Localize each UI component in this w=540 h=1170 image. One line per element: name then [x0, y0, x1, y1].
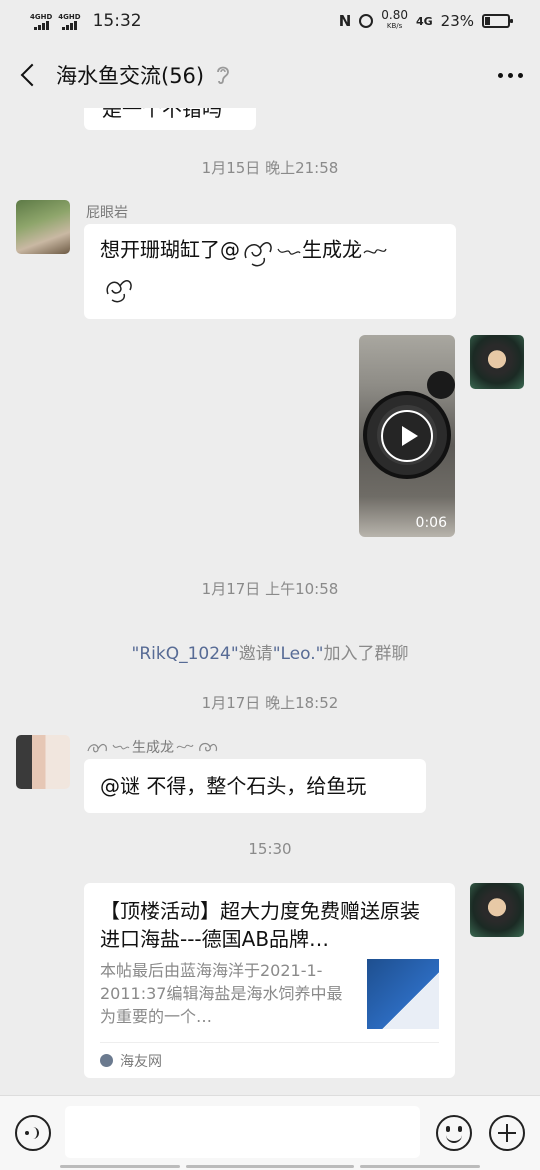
message-text: @谜 不得，整个石头，给鱼玩 [100, 774, 367, 798]
speed-value: 0.80 [381, 8, 408, 22]
back-button[interactable] [0, 42, 56, 108]
play-icon[interactable] [381, 410, 433, 462]
gesture-bar [60, 1165, 180, 1168]
link-card[interactable]: 【顶楼活动】超大力度免费赠送原装进口海盐---德国AB品牌… 本帖最后由蓝海海洋… [84, 883, 455, 1078]
status-time: 15:32 [92, 11, 142, 31]
chat-header: 海水鱼交流(56) [0, 42, 540, 108]
network-speed: 0.80 KB/s [381, 8, 408, 32]
chat-title: 海水鱼交流(56) [56, 64, 205, 88]
mention-name: 生成龙 [302, 237, 362, 262]
flourish-icon [112, 744, 130, 750]
avatar[interactable] [16, 200, 70, 254]
sender-name: 屁眼岩 [86, 205, 128, 221]
link-card-description: 本帖最后由蓝海海洋于2021-1-2011:37编辑海盐是海水饲养中最为重要的一… [100, 961, 343, 1026]
emoji-button[interactable] [436, 1115, 472, 1151]
alarm-icon [359, 14, 374, 28]
timestamp: 1月15日 晚上21:58 [201, 159, 339, 177]
gesture-bar [360, 1165, 480, 1168]
flourish-icon [244, 242, 272, 267]
message-text: 是一个不错吗 [102, 108, 222, 121]
sender-name-text: 生成龙 [132, 740, 174, 756]
more-actions-button[interactable] [489, 1115, 525, 1151]
flourish-icon [106, 280, 132, 303]
battery-fill [485, 17, 490, 25]
flourish-icon [277, 248, 301, 255]
flourish-icon [363, 248, 387, 254]
network-type: 4G [415, 14, 433, 28]
source-logo-icon [100, 1054, 113, 1067]
my-avatar[interactable] [470, 335, 524, 389]
avatar[interactable] [16, 735, 70, 789]
input-bar [0, 1095, 540, 1170]
flourish-icon [87, 743, 107, 753]
timestamp: 1月17日 晚上18:52 [201, 694, 339, 712]
message-bubble[interactable]: @谜 不得，整个石头，给鱼玩 [84, 759, 426, 813]
system-text: 加入了群聊 [323, 644, 409, 664]
system-text: 邀请 [238, 644, 273, 664]
message-input[interactable] [65, 1106, 420, 1158]
flourish-icon [199, 742, 218, 752]
signal-icon: 4GHD [30, 13, 52, 30]
back-arrow-icon [20, 63, 44, 87]
more-options-button[interactable] [480, 42, 540, 108]
status-bar: 4GHD 4GHD 15:32 N 0.80 KB/s 4G 23% [0, 0, 540, 42]
battery-icon [482, 14, 513, 28]
inviter-name[interactable]: "RikQ_1024" [132, 644, 239, 664]
signal-label: 4GHD [30, 12, 53, 21]
nfc-icon: N [338, 12, 352, 30]
sender-name: 生成龙 [86, 737, 220, 757]
link-card-thumbnail [367, 959, 439, 1029]
system-message: "RikQ_1024"邀请"Leo."加入了群聊 [0, 639, 540, 664]
speed-unit: KB/s [386, 22, 403, 30]
battery-percent: 23% [440, 12, 474, 30]
invitee-name[interactable]: "Leo." [273, 644, 324, 664]
message-text: 想开珊瑚缸了@ [100, 237, 240, 262]
video-duration: 0:06 [415, 515, 447, 531]
gesture-bar [186, 1165, 354, 1168]
signal-label: 4GHD [58, 12, 81, 21]
timestamp: 15:30 [248, 840, 292, 858]
ear-icon[interactable] [214, 64, 232, 86]
voice-input-button[interactable] [15, 1115, 51, 1151]
signal-icon: 4GHD [58, 12, 81, 30]
flourish-icon [176, 744, 194, 749]
message-bubble[interactable]: 想开珊瑚缸了@ 生成龙 [84, 224, 456, 319]
message-bubble[interactable]: 是一个不错吗 [84, 108, 256, 130]
link-card-title: 【顶楼活动】超大力度免费赠送原装进口海盐---德国AB品牌… [100, 899, 420, 951]
link-card-footer: 海友网 [100, 1042, 439, 1078]
link-card-source: 海友网 [120, 1053, 162, 1070]
video-message[interactable]: 0:06 [359, 335, 455, 537]
timestamp: 1月17日 上午10:58 [201, 580, 339, 598]
my-avatar[interactable] [470, 883, 524, 937]
chat-area[interactable]: 是一个不错吗 1月15日 晚上21:58 屁眼岩 想开珊瑚缸了@ 生成龙 0:06… [0, 108, 540, 1095]
